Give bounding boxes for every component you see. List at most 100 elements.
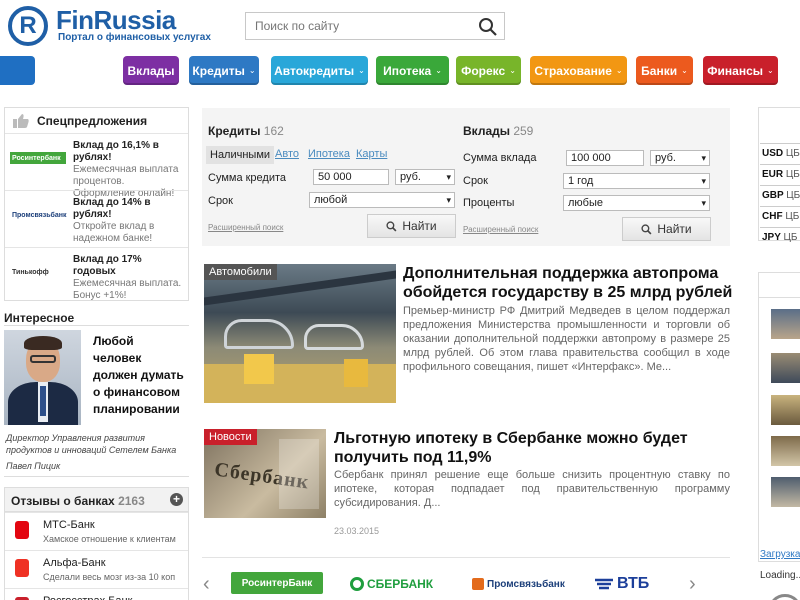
partner-promsvyazbank-label: Промсвязьбанк [487,578,565,590]
right-thumb-2[interactable] [771,353,800,383]
special-offer-title[interactable]: Вклад до 17% годовых [73,254,185,278]
special-offer-bank-name: Тинькофф [12,268,49,276]
nav-left-stub[interactable] [0,56,35,85]
rate-currency-code: EUR [762,169,784,180]
deposit-sum-input[interactable]: 100 000 [566,150,644,166]
rate-row[interactable]: GBP ЦБ [760,185,800,205]
rate-row[interactable]: EUR ЦБ [760,164,800,184]
news-tag-news[interactable]: Новости [204,429,257,445]
nav-label: Кредиты [192,63,245,78]
partners-prev-icon[interactable]: ‹ [203,574,210,594]
credit-currency-select[interactable]: руб. [395,169,455,185]
right-thumb-4[interactable] [771,436,800,466]
partners-next-icon[interactable]: › [689,574,696,594]
review-text: Сделали весь мозг из-за 10 коп [43,572,176,582]
right-thumb-5[interactable] [771,477,800,507]
nav-7-button[interactable]: Финансы ⌄ [703,56,778,85]
credit-sum-input[interactable]: 50 000 [313,169,389,185]
special-offer-title[interactable]: Вклад до 14% в рублях! [73,197,185,221]
credit-find-label: Найти [402,219,437,233]
review-bank-name[interactable]: МТС-Банк [43,519,95,531]
nav-4-button[interactable]: Форекс ⌄ [456,56,521,85]
interesting-bottom-divider [4,476,189,477]
site-logo[interactable]: R [8,6,48,46]
special-offer-bank-logo[interactable]: Промсвязьбанк [10,209,67,221]
partners-divider [202,557,730,558]
special-offer-title[interactable]: Вклад до 16,1% в рублях! [73,140,185,164]
psb-icon [472,578,484,590]
review-bank-name[interactable]: Росгосстрах Банк [43,595,132,600]
special-offer-item[interactable]: Тинькофф Вклад до 17% годовых Ежемесячная … [5,247,188,304]
credit-tab[interactable]: Карты [356,148,387,160]
deposit-percent-select[interactable]: любые [563,195,710,211]
review-item[interactable]: Альфа-Банк Сделали весь мозг из-за 10 коп [5,550,188,588]
special-offer-text: Вклад до 17% годовых Ежемесячная выплата.… [73,254,185,302]
review-item[interactable]: МТС-Банк Хамское отношение к клиентам [5,512,188,550]
rate-source: ЦБ [785,211,800,222]
nav-2-button[interactable]: Автокредиты ⌄ [271,56,368,85]
rate-row[interactable]: JPY ЦБ [760,227,800,247]
nav-5-button[interactable]: Страхование ⌄ [530,56,627,85]
interesting-divider [4,325,189,326]
special-offer-desc: Откройте вклад в надежном банке! [73,221,155,244]
special-offer-bank-logo[interactable]: Тинькофф [10,266,66,278]
credit-tab[interactable]: Авто [275,148,299,160]
nav-6-button[interactable]: Банки ⌄ [636,56,693,85]
rate-source: ЦБ [785,169,800,180]
person-photo[interactable] [4,330,81,425]
nav-0-button[interactable]: Вклады [123,56,179,85]
thumbs-up-icon [12,113,30,129]
partner-vtb-logo[interactable]: ВТБ [594,574,649,594]
deposit-currency-select[interactable]: руб. [650,150,710,166]
deposit-term-select[interactable]: 1 год [563,173,710,189]
news-image-car-factory[interactable] [204,264,396,403]
news-title-autoprom[interactable]: Дополнительная поддержка автопрома обойд… [403,264,733,302]
credit-tab[interactable]: Наличными [206,146,275,164]
credit-tab[interactable]: Ипотека [308,148,350,160]
credit-advanced-search-link[interactable]: Расширенный поиск [208,223,283,232]
right-loading-link[interactable]: Загрузка... [760,549,800,560]
nav-label: Страхование [534,63,612,78]
partner-sberbank-logo[interactable]: СБЕРБАНК [350,574,433,594]
bank-icon [15,559,29,577]
rate-currency-code: USD [762,148,784,159]
chevron-down-icon: ⌄ [248,66,256,75]
search-input[interactable] [246,13,471,39]
interesting-title: Интересное [4,311,75,325]
partner-promsvyazbank-logo[interactable]: Промсвязьбанк [472,575,565,593]
partner-rosinterbank-logo[interactable]: РосинтерБанк [231,572,323,594]
search-icon [386,220,397,231]
deposits-title: Вклады 259 [463,124,533,138]
credits-title-text: Кредиты [208,124,261,138]
nav-label: Ипотека [383,63,432,78]
interesting-name: Павел Пицик [6,461,61,471]
nav-label: Финансы [707,63,763,78]
deposits-count: 259 [513,124,534,138]
nav-1-button[interactable]: Кредиты ⌄ [189,56,259,85]
interesting-quote[interactable]: Любой человек должен думать о финансовом… [93,333,185,418]
special-offer-item[interactable]: Росинтербанк Вклад до 16,1% в рублях! Ежем… [5,133,188,199]
site-search [245,12,505,40]
deposit-find-button[interactable]: Найти [622,217,711,241]
special-offer-item[interactable]: Промсвязьбанк Вклад до 14% в рублях! Откро… [5,190,188,247]
review-item[interactable]: Росгосстрах Банк [5,588,188,600]
chevron-down-icon: ⌄ [435,66,442,75]
special-offer-bank-logo[interactable]: Росинтербанк [10,152,66,164]
review-bank-name[interactable]: Альфа-Банк [43,557,106,569]
add-review-icon[interactable]: + [170,493,183,506]
rate-row[interactable]: CHF ЦБ [760,206,800,226]
logo-title[interactable]: FinRussia [56,6,176,34]
nav-3-button[interactable]: Ипотека ⌄ [376,56,449,85]
right-thumb-3[interactable] [771,395,800,425]
news-tag-autos[interactable]: Автомобили [204,264,277,280]
nav-label: Форекс [461,63,506,78]
rate-row[interactable]: USD ЦБ [760,143,800,163]
right-thumb-1[interactable] [771,309,800,339]
credit-find-button[interactable]: Найти [367,214,456,238]
interesting-caption: Директор Управления развития продуктов и… [6,433,177,455]
deposit-advanced-search-link[interactable]: Расширенный поиск [463,225,538,234]
credit-term-select[interactable]: любой [309,192,455,208]
search-icon[interactable] [478,17,498,37]
rate-currency-code: GBP [762,190,784,201]
news-title-sberbank-mortgage[interactable]: Льготную ипотеку в Сбербанке можно будет… [334,429,730,467]
